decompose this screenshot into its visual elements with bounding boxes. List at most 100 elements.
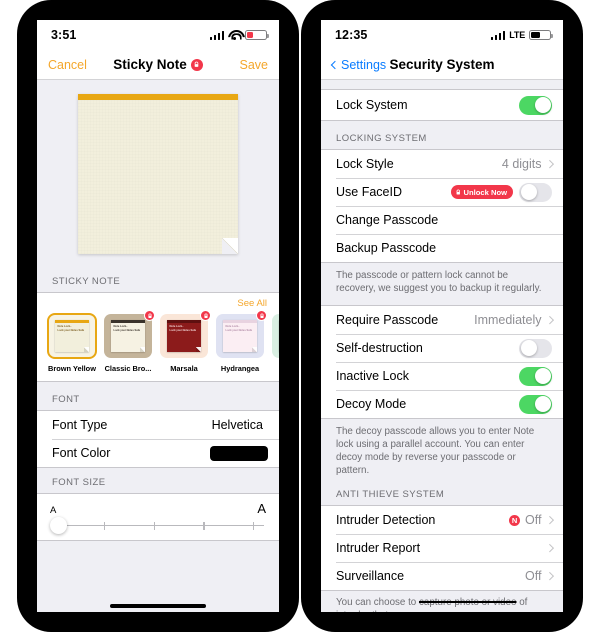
theme-name-label: Classic Bro... — [104, 364, 152, 373]
dual-phone-screenshot: 3:51 Cancel Sticky Note Save STICKY NOTE… — [0, 0, 600, 632]
lock-system-row[interactable]: Lock System — [321, 90, 563, 120]
unlock-now-button[interactable]: Unlock Now — [450, 185, 513, 199]
font-type-row[interactable]: Font Type Helvetica — [37, 411, 279, 439]
self-destruction-row[interactable]: Self-destruction — [321, 334, 563, 362]
decoy-mode-label: Decoy Mode — [336, 397, 407, 411]
decoy-mode-row[interactable]: Decoy Mode — [321, 390, 563, 418]
slider-tick — [253, 521, 255, 530]
lock-system-toggle[interactable] — [519, 95, 552, 115]
self-destruction-label: Self-destruction — [336, 341, 423, 355]
theme-note-text: Note Lock~ Lock your Notes Safe — [57, 325, 85, 332]
note-paper-texture — [78, 100, 238, 254]
theme-thumbnail[interactable]: Note Lock~ Lock your Notes Safe — [104, 310, 155, 358]
status-time: 3:51 — [51, 28, 77, 42]
theme-name-label: Brown Yellow — [48, 364, 96, 373]
font-type-value: Helvetica — [211, 418, 263, 432]
slider-tick — [153, 521, 155, 530]
require-passcode-label: Require Passcode — [336, 313, 439, 327]
right-scroll-body[interactable]: Lock System LOCKING SYSTEM Lock Style 4 … — [321, 80, 563, 612]
decoy-mode-footnote: The decoy passcode allows you to enter N… — [336, 426, 535, 476]
require-passcode-value: Immediately — [474, 313, 542, 327]
see-all-link[interactable]: See All — [237, 298, 267, 309]
theme-lock-icon — [256, 310, 267, 321]
font-size-small-label: A — [50, 505, 57, 516]
left-phone-frame: 3:51 Cancel Sticky Note Save STICKY NOTE… — [17, 0, 299, 632]
cellular-bars-icon — [209, 30, 224, 40]
theme-item[interactable]: Note Lock~ Lock your Notes Safe Hydrangea — [216, 310, 267, 373]
intruder-detection-label: Intruder Detection — [336, 513, 436, 527]
intruder-detection-value: Off — [525, 513, 542, 527]
back-button-label: Settings — [341, 57, 387, 72]
font-size-endpoints: A A — [50, 500, 266, 516]
anti-thieve-header: ANTI THIEVE SYSTEM — [336, 489, 445, 500]
cellular-bars-icon — [490, 30, 506, 40]
left-phone-screen: 3:51 Cancel Sticky Note Save STICKY NOTE… — [37, 20, 279, 612]
sticky-note-section-header: STICKY NOTE — [52, 276, 121, 287]
theme-item[interactable]: Note Lock~ Lock your Notes Safe Brown Yel… — [47, 313, 97, 373]
status-indicators: LTE — [490, 29, 553, 41]
theme-item[interactable]: Note Lock~ Lock your Notes Safe Polka Dot — [272, 314, 279, 373]
theme-item[interactable]: Note Lock~ Lock your Notes Safe Marsala — [160, 310, 211, 373]
locking-system-header: LOCKING SYSTEM — [336, 133, 427, 144]
theme-name-label: Hydrangea — [220, 364, 260, 373]
chevron-right-icon — [545, 316, 554, 324]
theme-thumbnail[interactable]: Note Lock~ Lock your Notes Safe — [160, 310, 211, 358]
right-phone-screen: 12:35 LTE Settings Security System Lock … — [321, 20, 563, 612]
font-size-row: A A — [37, 494, 279, 540]
theme-name-label: Marsala — [170, 364, 198, 373]
slider-knob[interactable] — [50, 517, 67, 534]
status-indicators — [209, 29, 269, 41]
change-passcode-row[interactable]: Change Passcode — [321, 206, 563, 234]
theme-note-text: Note Lock~ Lock your Notes Safe — [169, 325, 197, 332]
battery-icon — [529, 29, 553, 41]
inactive-lock-row[interactable]: Inactive Lock — [321, 362, 563, 390]
intruder-detection-row[interactable]: Intruder Detection N Off — [321, 506, 563, 534]
decoy-mode-toggle[interactable] — [519, 394, 552, 414]
sticky-note-preview[interactable] — [78, 94, 238, 254]
save-button[interactable]: Save — [240, 58, 269, 72]
theme-thumbnail[interactable]: Note Lock~ Lock your Notes Safe — [47, 313, 97, 359]
network-label: LTE — [509, 30, 525, 40]
font-size-group: A A — [37, 493, 279, 541]
theme-note-text: Note Lock~ Lock your Notes Safe — [225, 325, 253, 332]
left-scroll-body[interactable]: STICKY NOTE See All Note Lock~ Lock your… — [37, 80, 279, 612]
left-status-bar: 3:51 — [37, 20, 279, 50]
cancel-button[interactable]: Cancel — [48, 58, 87, 72]
note-preview-area — [37, 80, 279, 264]
theme-thumbnail[interactable]: Note Lock~ Lock your Notes Safe — [216, 310, 267, 358]
theme-item[interactable]: Note Lock~ Lock your Notes Safe Classic B… — [104, 310, 155, 373]
status-time: 12:35 — [335, 28, 368, 42]
intruder-report-row[interactable]: Intruder Report — [321, 534, 563, 562]
theme-note-text: Note Lock~ Lock your Notes Safe — [113, 325, 141, 332]
theme-note-preview: Note Lock~ Lock your Notes Safe — [167, 320, 201, 352]
passcode-options-group: Require Passcode Immediately Self-destru… — [321, 305, 563, 419]
font-size-slider[interactable] — [50, 517, 266, 534]
right-nav-bar: Settings Security System — [321, 50, 563, 80]
right-phone-frame: 12:35 LTE Settings Security System Lock … — [301, 0, 583, 632]
slider-track — [56, 525, 264, 527]
use-faceid-row[interactable]: Use FaceID Unlock Now — [321, 178, 563, 206]
font-section-header: FONT — [52, 394, 80, 405]
lock-style-row[interactable]: Lock Style 4 digits — [321, 150, 563, 178]
footnote-prefix: You can choose to — [336, 597, 419, 608]
use-faceid-toggle[interactable] — [519, 182, 552, 202]
chevron-right-icon — [545, 160, 554, 168]
font-size-large-label: A — [257, 501, 266, 516]
require-passcode-row[interactable]: Require Passcode Immediately — [321, 306, 563, 334]
font-color-swatch[interactable] — [210, 445, 268, 461]
backup-passcode-row[interactable]: Backup Passcode — [321, 234, 563, 262]
chevron-right-icon — [545, 516, 554, 524]
theme-thumbnail[interactable]: Note Lock~ Lock your Notes Safe — [272, 314, 279, 358]
inactive-lock-toggle[interactable] — [519, 366, 552, 386]
notification-n-badge-icon: N — [509, 514, 521, 526]
theme-name-label: Polka Dot — [272, 364, 280, 373]
font-color-row[interactable]: Font Color — [37, 439, 279, 467]
surveillance-label: Surveillance — [336, 569, 405, 583]
lock-system-group: Lock System — [321, 89, 563, 121]
theme-note-preview: Note Lock~ Lock your Notes Safe — [223, 320, 257, 352]
surveillance-value: Off — [525, 569, 542, 583]
bottom-spacer — [37, 541, 279, 550]
back-to-settings-button[interactable]: Settings — [330, 57, 387, 72]
surveillance-row[interactable]: Surveillance Off — [321, 562, 563, 590]
self-destruction-toggle[interactable] — [519, 338, 552, 358]
